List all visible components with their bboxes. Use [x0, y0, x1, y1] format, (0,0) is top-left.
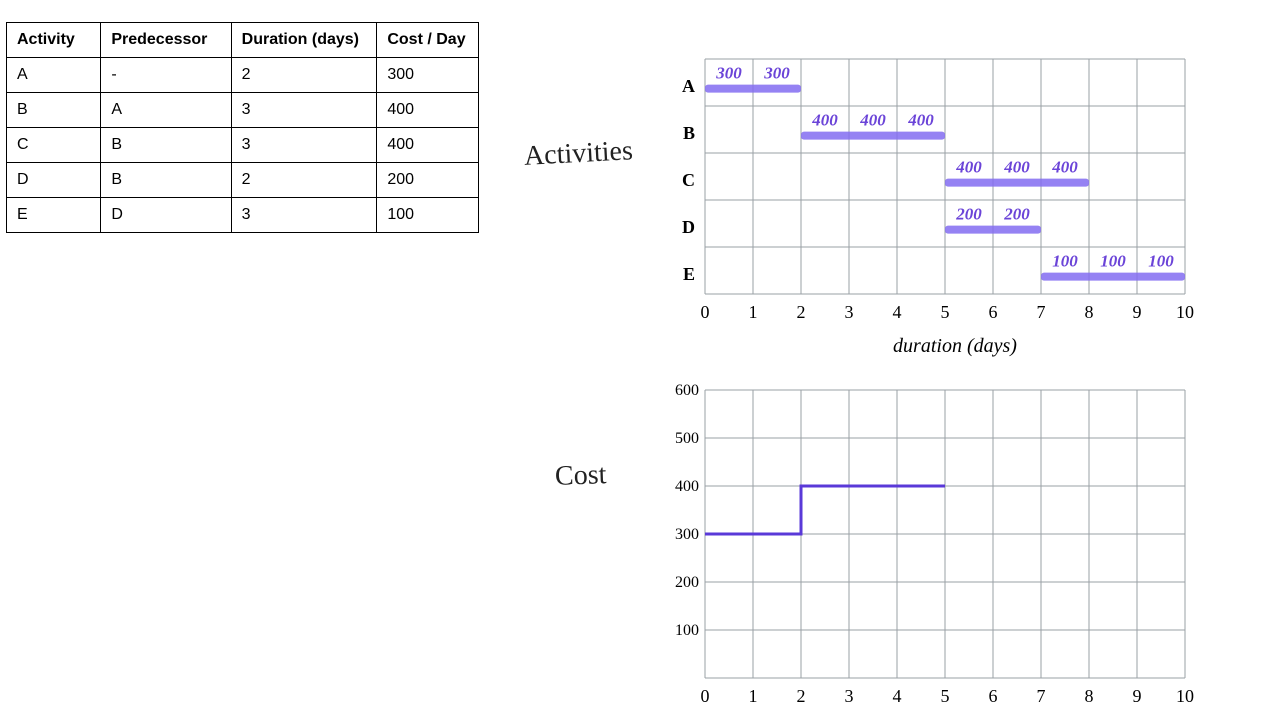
gantt-bar-label: 200 [1003, 205, 1030, 224]
gantt-row-label: E [683, 264, 695, 284]
cell-predecessor: B [101, 163, 231, 198]
gantt-row-label: A [682, 76, 695, 96]
gantt-x-tick: 5 [941, 302, 950, 322]
cell-activity: A [7, 58, 101, 93]
col-header-cost: Cost / Day [377, 23, 479, 58]
gantt-row-label: D [682, 217, 695, 237]
cost-x-tick: 8 [1085, 686, 1094, 706]
gantt-bar-label: 400 [811, 111, 838, 130]
gantt-bar [945, 179, 1089, 187]
gantt-bar-label: 100 [1100, 252, 1126, 271]
cost-x-tick: 10 [1176, 686, 1194, 706]
col-header-predecessor: Predecessor [101, 23, 231, 58]
gantt-x-tick: 6 [989, 302, 998, 322]
cell-activity: B [7, 93, 101, 128]
cost-x-tick: 7 [1037, 686, 1046, 706]
gantt-x-tick: 9 [1133, 302, 1142, 322]
cost-x-tick: 9 [1133, 686, 1142, 706]
cost-x-tick: 0 [701, 686, 710, 706]
cell-cost: 200 [377, 163, 479, 198]
cost-chart: 100 200 300 400 500 600 0 1 2 3 4 5 6 7 8 9 10 [665, 378, 1225, 723]
table-header-row: Activity Predecessor Duration (days) Cos… [7, 23, 479, 58]
table-row: A - 2 300 [7, 58, 479, 93]
gantt-bar-label: 400 [1051, 158, 1078, 177]
activity-table: Activity Predecessor Duration (days) Cos… [6, 22, 479, 233]
cell-predecessor: - [101, 58, 231, 93]
cell-duration: 2 [231, 58, 377, 93]
gantt-row-label: B [683, 123, 695, 143]
col-header-duration: Duration (days) [231, 23, 377, 58]
cell-duration: 3 [231, 198, 377, 233]
gantt-x-tick: 3 [845, 302, 854, 322]
cost-x-tick: 3 [845, 686, 854, 706]
cost-x-tick: 2 [797, 686, 806, 706]
cost-x-tick: 4 [893, 686, 902, 706]
cell-activity: C [7, 128, 101, 163]
cost-title: Cost [555, 461, 607, 491]
cost-y-tick: 200 [675, 574, 699, 591]
cell-cost: 400 [377, 93, 479, 128]
gantt-x-tick: 2 [797, 302, 806, 322]
gantt-x-tick: 7 [1037, 302, 1046, 322]
gantt-x-tick: 8 [1085, 302, 1094, 322]
cell-predecessor: A [101, 93, 231, 128]
cell-duration: 2 [231, 163, 377, 198]
table-row: B A 3 400 [7, 93, 479, 128]
table-row: E D 3 100 [7, 198, 479, 233]
gantt-row-label: C [682, 170, 695, 190]
cell-duration: 3 [231, 93, 377, 128]
cell-cost: 400 [377, 128, 479, 163]
table-row: C B 3 400 [7, 128, 479, 163]
gantt-x-tick: 1 [749, 302, 758, 322]
cell-predecessor: D [101, 198, 231, 233]
cost-y-tick: 100 [675, 622, 699, 639]
gantt-bar-label: 200 [955, 205, 982, 224]
cell-cost: 100 [377, 198, 479, 233]
cell-duration: 3 [231, 128, 377, 163]
gantt-chart: 300300400400400400400400200200100100100 … [665, 45, 1225, 370]
gantt-bar-label: 300 [715, 64, 742, 83]
cost-x-tick: 6 [989, 686, 998, 706]
cell-cost: 300 [377, 58, 479, 93]
cell-activity: D [7, 163, 101, 198]
cost-y-tick: 600 [675, 382, 699, 399]
cell-activity: E [7, 198, 101, 233]
gantt-x-axis-label: duration (days) [893, 335, 1017, 357]
gantt-bar-label: 400 [859, 111, 886, 130]
cost-y-tick: 400 [675, 478, 699, 495]
gantt-bar-label: 400 [907, 111, 934, 130]
activities-title: Activities [523, 137, 633, 171]
gantt-bar-label: 400 [955, 158, 982, 177]
gantt-bar-label: 100 [1148, 252, 1174, 271]
gantt-bar-label: 400 [1003, 158, 1030, 177]
cost-y-tick: 300 [675, 526, 699, 543]
col-header-activity: Activity [7, 23, 101, 58]
gantt-bar [945, 226, 1041, 234]
gantt-bar [1041, 273, 1185, 281]
cell-predecessor: B [101, 128, 231, 163]
gantt-bar [801, 132, 945, 140]
cost-x-tick: 5 [941, 686, 950, 706]
gantt-bar [705, 85, 801, 93]
cost-x-tick: 1 [749, 686, 758, 706]
table-row: D B 2 200 [7, 163, 479, 198]
gantt-x-tick: 0 [701, 302, 710, 322]
gantt-bar-label: 300 [763, 64, 790, 83]
cost-step-line [705, 486, 945, 534]
gantt-x-tick: 4 [893, 302, 902, 322]
cost-y-tick: 500 [675, 430, 699, 447]
gantt-bar-label: 100 [1052, 252, 1078, 271]
gantt-x-tick: 10 [1176, 302, 1194, 322]
